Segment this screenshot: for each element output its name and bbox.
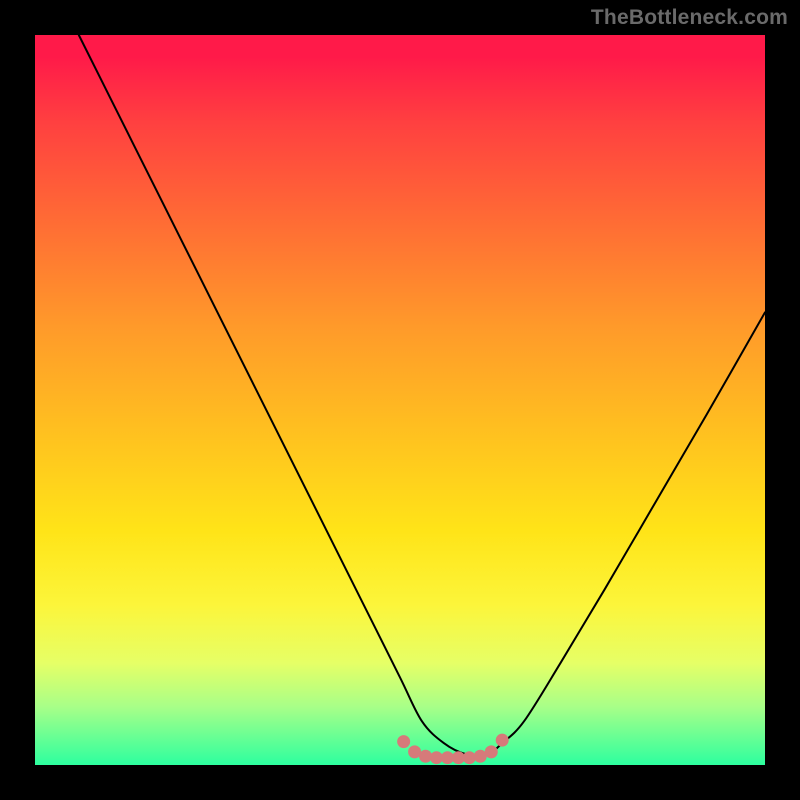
curve-layer xyxy=(35,35,765,765)
trough-dot xyxy=(485,745,498,758)
trough-dot xyxy=(496,734,509,747)
watermark-text: TheBottleneck.com xyxy=(591,6,788,30)
trough-dot xyxy=(463,751,476,764)
trough-dot xyxy=(397,735,410,748)
trough-dot xyxy=(419,750,432,763)
chart-frame: TheBottleneck.com xyxy=(0,0,800,800)
bottleneck-curve xyxy=(79,35,765,755)
